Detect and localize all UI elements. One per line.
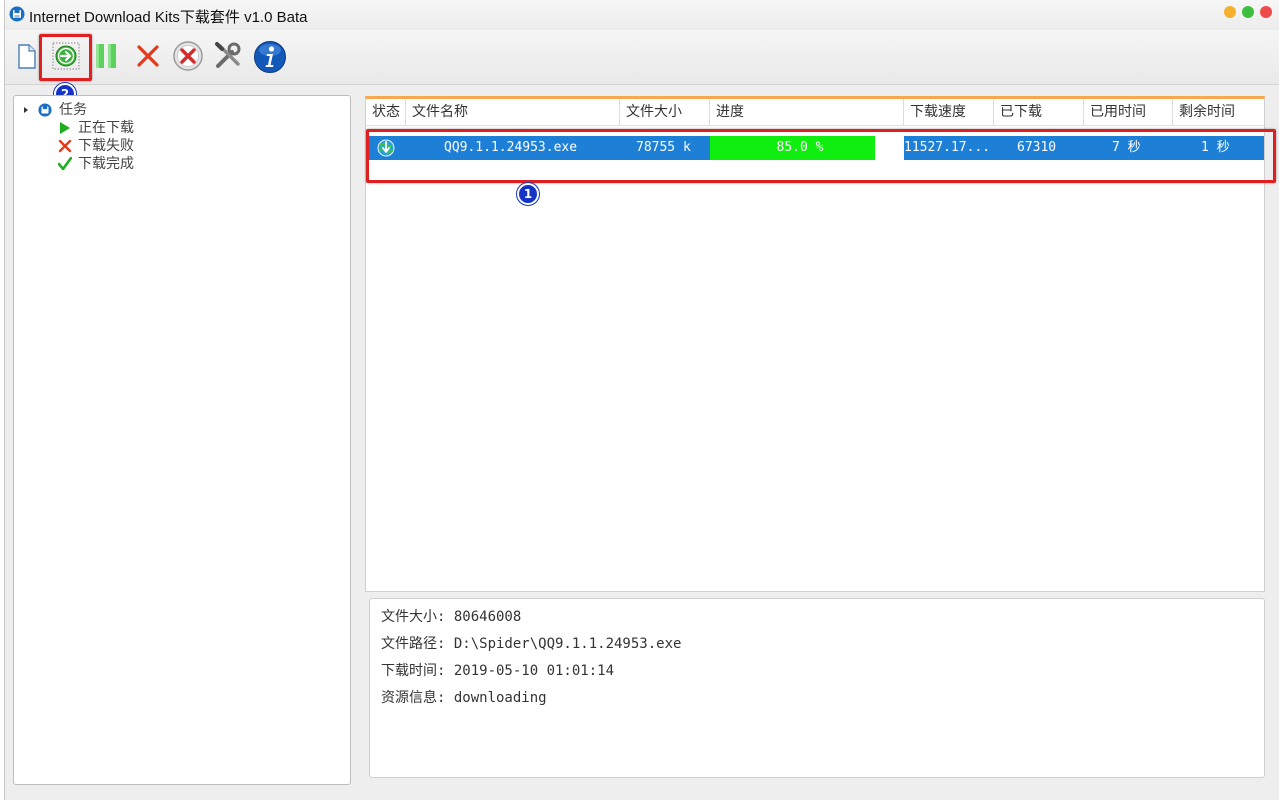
toolbar — [5, 30, 1279, 85]
title-bar: Internet Download Kits下载套件 v1.0 Bata — [5, 0, 1279, 30]
tree-item-label: 下载完成 — [78, 156, 134, 172]
red-x-circle-icon — [173, 41, 203, 71]
column-header-downloaded[interactable]: 已下载 — [994, 99, 1084, 125]
table-header: 状态 文件名称 文件大小 进度 下载速度 已下载 已用时间 剩余时间 — [366, 99, 1264, 126]
column-header-progress[interactable]: 进度 — [710, 99, 904, 125]
checkmark-icon — [58, 157, 72, 171]
info-icon — [254, 41, 286, 73]
detail-file-path: 文件路径: D:\Spider\QQ9.1.1.24953.exe — [381, 636, 682, 652]
column-header-remaining[interactable]: 剩余时间 — [1173, 99, 1264, 125]
start-button-highlight — [39, 34, 92, 81]
expand-triangle-icon[interactable] — [22, 106, 30, 114]
tree-item-label: 下载失败 — [78, 138, 134, 154]
pause-icon — [96, 44, 116, 68]
maximize-button[interactable] — [1242, 6, 1254, 18]
detail-file-size: 文件大小: 80646008 — [381, 609, 522, 625]
column-header-name[interactable]: 文件名称 — [406, 99, 620, 125]
download-panel: 状态 文件名称 文件大小 进度 下载速度 已下载 已用时间 剩余时间 QQ9.1… — [360, 88, 1276, 788]
minimize-button[interactable] — [1224, 6, 1236, 18]
close-window-button[interactable] — [1260, 6, 1272, 18]
detail-source-info: 资源信息: downloading — [381, 690, 547, 706]
selected-row-highlight — [366, 129, 1276, 183]
settings-button[interactable] — [208, 36, 248, 76]
delete-all-button[interactable] — [168, 36, 208, 76]
tree-root-label: 任务 — [59, 102, 87, 118]
document-icon — [18, 44, 36, 69]
about-button[interactable] — [249, 36, 289, 76]
tree-item-label: 正在下载 — [78, 120, 134, 136]
delete-button[interactable] — [128, 36, 168, 76]
annotation-badge-1: 1 — [517, 183, 539, 205]
red-x-icon — [58, 139, 72, 153]
column-header-size[interactable]: 文件大小 — [620, 99, 710, 125]
red-x-icon — [137, 45, 159, 67]
detail-download-time: 下载时间: 2019-05-10 01:01:14 — [381, 663, 615, 679]
app-window: Internet Download Kits下载套件 v1.0 Bata 2 任… — [4, 0, 1279, 800]
details-panel: 文件大小: 80646008 文件路径: D:\Spider\QQ9.1.1.2… — [369, 598, 1265, 778]
pause-button[interactable] — [86, 36, 126, 76]
tools-icon — [215, 42, 241, 68]
floppy-disk-icon — [9, 6, 25, 22]
floppy-disk-icon — [38, 103, 52, 117]
window-title: Internet Download Kits下载套件 v1.0 Bata — [29, 9, 308, 26]
task-tree-panel: 任务 正在下载 下载失败 下载完成 — [13, 95, 351, 785]
play-triangle-icon — [60, 122, 70, 134]
column-header-elapsed[interactable]: 已用时间 — [1084, 99, 1173, 125]
column-header-speed[interactable]: 下载速度 — [904, 99, 994, 125]
column-header-status[interactable]: 状态 — [366, 99, 406, 125]
